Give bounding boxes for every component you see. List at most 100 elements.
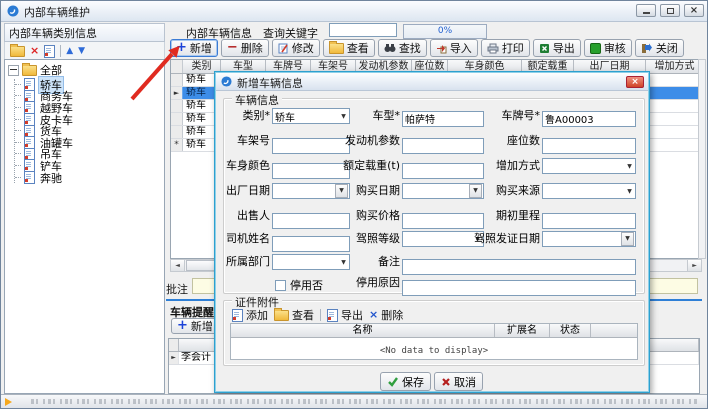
app-icon	[7, 5, 19, 17]
category-label: 类别*	[217, 108, 270, 124]
price-label: 购买价格	[333, 208, 400, 224]
status-bar	[1, 394, 707, 408]
exit-door-icon	[641, 43, 653, 54]
attachment-view-button[interactable]: 查看	[274, 307, 314, 323]
annotation-arrow	[123, 39, 193, 109]
find-button[interactable]: 查找	[378, 39, 427, 57]
window-title: 内部车辆维护	[24, 4, 90, 20]
printer-icon	[487, 43, 499, 54]
binoculars-icon	[384, 43, 396, 53]
remark-input[interactable]	[402, 259, 636, 275]
vertical-scrollbar[interactable]	[698, 59, 706, 259]
excel-icon	[539, 43, 550, 54]
save-button[interactable]: 保存	[380, 372, 431, 391]
mileage-label: 期初里程	[465, 208, 540, 224]
row-marker-icon: ►	[169, 352, 179, 364]
close-icon[interactable]: ×	[684, 4, 704, 17]
disable-checkbox[interactable]	[275, 280, 286, 291]
dialog-close-icon[interactable]: ×	[626, 76, 644, 88]
folder-icon	[22, 65, 37, 76]
attachment-add-button[interactable]: 添加	[232, 307, 268, 323]
buy-source-label: 购买来源	[465, 183, 540, 199]
app-window: 内部车辆维护 × 内部车辆类别信息 × ▲ ▼ 全部 轿车 商务车	[0, 0, 708, 409]
edit-icon	[278, 43, 289, 54]
engine-label: 发动机参数	[333, 133, 400, 149]
import-button[interactable]: 导入	[430, 39, 478, 57]
attachment-export-button[interactable]: 导出	[327, 307, 363, 323]
maximize-icon[interactable]	[660, 4, 680, 17]
remark-label: 备注	[333, 254, 400, 270]
scroll-left-icon[interactable]: ◄	[171, 260, 185, 271]
delete-category-icon[interactable]: ×	[30, 46, 39, 56]
add-method-select[interactable]: ▼	[542, 158, 636, 174]
dialog-titlebar: 新增车辆信息 ×	[216, 73, 648, 91]
audit-icon	[590, 43, 601, 54]
export-button[interactable]: 导出	[533, 39, 581, 57]
prod-date-label: 出厂日期	[217, 183, 270, 199]
attachments-table: 名称 扩展名 状态 <No data to display>	[230, 323, 638, 360]
search-input[interactable]	[329, 23, 397, 37]
buy-source-select[interactable]: ▼	[542, 183, 636, 199]
notes-label: 批注	[166, 281, 188, 297]
seats-input[interactable]	[542, 138, 636, 154]
dialog-title: 新增车辆信息	[237, 75, 303, 91]
toolbar-separator	[320, 309, 321, 321]
delete-button[interactable]: −删除	[221, 39, 269, 57]
add-file-icon	[232, 309, 243, 322]
attachments-group: 证件附件 添加 查看 导出 ×删除 名称 扩展名 状态 <No data to …	[223, 300, 645, 366]
category-tree: 全部 轿车 商务车 越野车 皮卡车 货车 油罐车 吊车 铲车 奔驰	[4, 59, 165, 394]
cancel-button[interactable]: 取消	[434, 372, 483, 391]
disable-reason-input[interactable]	[402, 280, 636, 296]
att-col-name[interactable]: 名称	[231, 324, 495, 337]
view-button[interactable]: 查看	[323, 39, 375, 57]
progress-bar: 0%	[403, 24, 487, 39]
vehicle-type-icon	[24, 171, 35, 184]
x-icon	[441, 377, 451, 387]
audit-button[interactable]: 审核	[584, 39, 632, 57]
progress-value: 0%	[438, 26, 452, 36]
mileage-input[interactable]	[542, 213, 636, 229]
minimize-icon[interactable]	[636, 4, 656, 17]
add-vehicle-dialog: 新增车辆信息 × 车辆信息 类别* 轿车▼ 车型* 车牌号* 车架号 发动机参数…	[214, 71, 650, 393]
license-grade-label: 驾照等级	[333, 231, 400, 247]
new-row-marker: *	[171, 139, 183, 151]
buy-date-label: 购买日期	[333, 183, 400, 199]
scroll-right-icon[interactable]: ►	[687, 260, 701, 271]
move-down-icon[interactable]: ▼	[78, 47, 85, 56]
dialog-icon	[221, 76, 232, 87]
color-label: 车身颜色	[217, 158, 270, 174]
license-date-picker[interactable]: ▼	[542, 231, 636, 247]
move-up-icon[interactable]: ▲	[66, 47, 73, 56]
vehicle-panel-header: 内部车辆信息 查询关键字 0%	[166, 23, 706, 39]
new-folder-icon[interactable]	[10, 46, 25, 57]
chevron-down-icon: ▼	[624, 188, 635, 195]
chevron-down-icon: ▼	[624, 163, 635, 170]
license-date-label: 驾照发证日期	[465, 231, 540, 247]
chevron-down-icon: ▼	[621, 232, 634, 246]
vehicle-toolbar: +新增 −删除 修改 查看 查找 导入 打印 导出 审核 关闭	[170, 38, 684, 58]
att-col-ext[interactable]: 扩展名	[495, 324, 550, 337]
tree-item-benz[interactable]: 奔驰	[15, 172, 164, 184]
close-panel-button[interactable]: 关闭	[635, 39, 684, 57]
attachment-delete-button[interactable]: ×删除	[369, 307, 403, 323]
status-arrow-icon	[5, 398, 12, 406]
edit-category-icon[interactable]	[44, 45, 55, 58]
disable-reason-label: 停用原因	[333, 275, 400, 291]
vehicle-info-group-title: 车辆信息	[232, 92, 282, 108]
attachments-header-row: 名称 扩展名 状态	[231, 324, 637, 338]
col-add-method[interactable]: 增加方式	[646, 60, 702, 73]
model-label: 车型*	[333, 108, 400, 124]
window-titlebar: 内部车辆维护 ×	[1, 1, 707, 22]
folder-icon	[274, 310, 289, 321]
collapse-icon[interactable]	[8, 65, 19, 76]
modify-button[interactable]: 修改	[272, 39, 320, 57]
plate-input[interactable]	[542, 111, 636, 127]
empty-table-message: <No data to display>	[231, 346, 637, 356]
load-label: 额定载重(t)	[333, 158, 400, 174]
frame-label: 车架号	[217, 133, 270, 149]
seats-label: 座位数	[465, 133, 540, 149]
att-col-status[interactable]: 状态	[550, 324, 591, 337]
toolbar-separator	[60, 45, 61, 57]
import-icon	[436, 43, 447, 54]
print-button[interactable]: 打印	[481, 39, 530, 57]
